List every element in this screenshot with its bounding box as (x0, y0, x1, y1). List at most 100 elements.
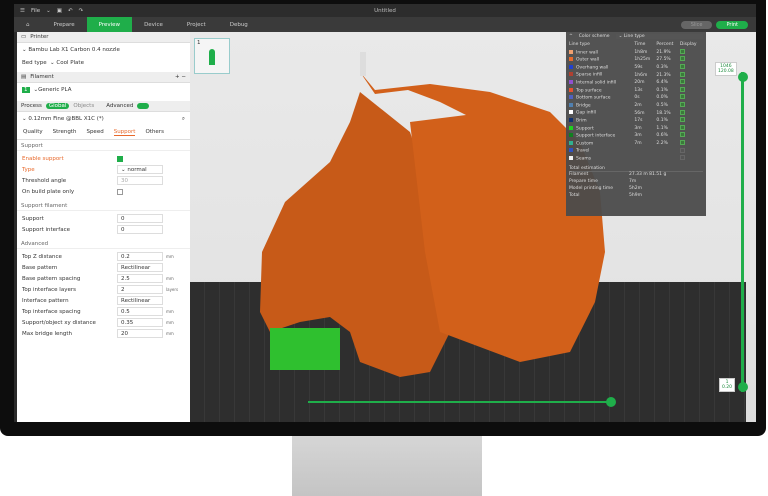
display-checkbox[interactable] (679, 140, 685, 146)
time (634, 147, 656, 155)
percent (656, 155, 680, 163)
setting-label: Top interface layers (22, 286, 76, 293)
setting-input[interactable]: 0.35 (117, 318, 163, 327)
legend-row: Support 3m 1.1% (569, 124, 703, 133)
display-checkbox[interactable] (679, 94, 685, 100)
printer-select[interactable]: ⌄ Bambu Lab X1 Carbon 0.4 nozzle (17, 43, 190, 56)
type-select[interactable]: ⌄ normal (117, 165, 163, 174)
support-filament-input[interactable]: 0 (117, 214, 163, 223)
subtab-others[interactable]: Others (145, 129, 163, 136)
line-type-name: Outer wall (576, 57, 600, 63)
top-layer-handle[interactable] (737, 72, 748, 82)
display-checkbox[interactable] (679, 64, 685, 70)
add-filament-button[interactable]: + − (175, 74, 186, 80)
display-checkbox[interactable] (679, 124, 685, 130)
color-swatch (569, 110, 573, 115)
legend-row: Gap infill 56m 18.1% (569, 109, 703, 117)
support-filament-label: Support (22, 215, 44, 222)
filament-select[interactable]: 1 ⌄ Generic PLA (17, 83, 190, 97)
bed-type-select[interactable]: ⌄ Cool Plate (50, 60, 84, 66)
line-type-name: Bottom surface (576, 95, 611, 101)
subtab-support[interactable]: Support (113, 129, 136, 136)
display-checkbox[interactable] (679, 48, 685, 54)
setting-unit: mm (166, 254, 174, 259)
layer-slider[interactable]: 1046 120.08 1 0.20 (715, 62, 748, 392)
setting-input[interactable]: Rectilinear (117, 263, 163, 272)
print-button[interactable]: Print (716, 20, 748, 29)
display-checkbox[interactable] (679, 147, 685, 153)
color-swatch (569, 95, 573, 100)
objects-toggle[interactable]: Objects (73, 103, 94, 109)
build-plate-checkbox[interactable] (117, 188, 123, 195)
color-scheme-select[interactable]: ⌄ Line type (615, 34, 703, 39)
display-checkbox[interactable] (679, 71, 685, 77)
main-tabs: ⌂ Prepare Preview Device Project Debug S… (14, 17, 756, 32)
summary-label: Filament (569, 171, 589, 177)
tab-device[interactable]: Device (132, 17, 175, 32)
search-icon[interactable]: ⌕ (182, 116, 185, 123)
collapse-icon[interactable]: ^ (569, 34, 573, 39)
percent: 0.1% (656, 87, 668, 93)
setting-value: 20 (121, 330, 128, 337)
time: 1h25m (634, 57, 651, 63)
move-handle[interactable] (606, 397, 616, 407)
home-icon[interactable]: ⌂ (14, 17, 42, 32)
legend-row: Inner wall 1h8m 21.9% (569, 48, 703, 57)
setting-input[interactable]: 20 (117, 329, 163, 338)
time (634, 155, 656, 163)
display-checkbox[interactable] (679, 109, 685, 115)
header: Display (679, 42, 697, 48)
time: 3m (634, 133, 642, 139)
line-type-table: Line type Time Percent Display Inner wall 1h… (569, 41, 703, 163)
setting-unit: mm (166, 320, 174, 325)
tab-preview[interactable]: Preview (86, 17, 133, 32)
threshold-input[interactable]: 30 (117, 176, 163, 185)
subtab-speed[interactable]: Speed (86, 129, 103, 136)
display-checkbox[interactable] (679, 117, 685, 123)
tab-debug[interactable]: Debug (218, 17, 260, 32)
color-swatch (569, 57, 573, 62)
setting-input[interactable]: 2 (117, 285, 163, 294)
color-swatch (569, 64, 573, 69)
process-profile-select[interactable]: ⌄ 0.12mm Fine @BBL X1C (*) ⌕ (17, 112, 190, 126)
height: 0.20 (722, 385, 733, 390)
global-toggle[interactable]: Global (45, 103, 70, 109)
setting-unit: layers (166, 287, 179, 292)
tab-project[interactable]: Project (175, 17, 218, 32)
type-value: normal (127, 166, 147, 173)
legend-row: Custom 7m 2.2% (569, 140, 703, 148)
advanced-switch[interactable] (137, 103, 150, 109)
percent: 0.6% (656, 133, 668, 139)
support-interface-input[interactable]: 0 (117, 225, 163, 234)
display-checkbox[interactable] (679, 102, 685, 108)
time: 0s (634, 95, 640, 101)
setting-input[interactable]: 0.5 (117, 307, 163, 316)
header: Time (634, 42, 646, 48)
setting-value: 2.5 (121, 275, 130, 282)
tab-prepare[interactable]: Prepare (42, 17, 87, 32)
legend-row: Support interface 3m 0.6% (569, 132, 703, 140)
move-slider[interactable] (308, 397, 616, 407)
value: 0 (121, 226, 125, 233)
advanced-row: Top interface spacing 0.5 mm (17, 306, 190, 317)
line-type-name: Custom (576, 141, 594, 147)
display-checkbox[interactable] (679, 132, 685, 138)
enable-support-checkbox[interactable] (117, 155, 123, 162)
display-checkbox[interactable] (679, 155, 685, 161)
summary-value: 7m (629, 178, 637, 184)
slice-button[interactable]: Slice (680, 20, 713, 29)
subtab-strength[interactable]: Strength (53, 129, 77, 136)
bottom-layer-handle[interactable] (737, 382, 748, 392)
display-checkbox[interactable] (679, 86, 685, 92)
setting-input[interactable]: 2.5 (117, 274, 163, 283)
subtab-quality[interactable]: Quality (23, 129, 43, 136)
summary-row: Prepare time 7m (569, 179, 703, 186)
setting-unit: mm (166, 331, 174, 336)
enable-support-label: Enable support (22, 155, 64, 162)
display-checkbox[interactable] (679, 56, 685, 62)
3d-viewport[interactable]: 1 ^ Color scheme ⌄ Line type Line type Time… (190, 32, 756, 422)
setting-input[interactable]: 0.2 (117, 252, 163, 261)
setting-input[interactable]: Rectilinear (117, 296, 163, 305)
percent: 0.1% (656, 118, 668, 124)
display-checkbox[interactable] (679, 79, 685, 85)
